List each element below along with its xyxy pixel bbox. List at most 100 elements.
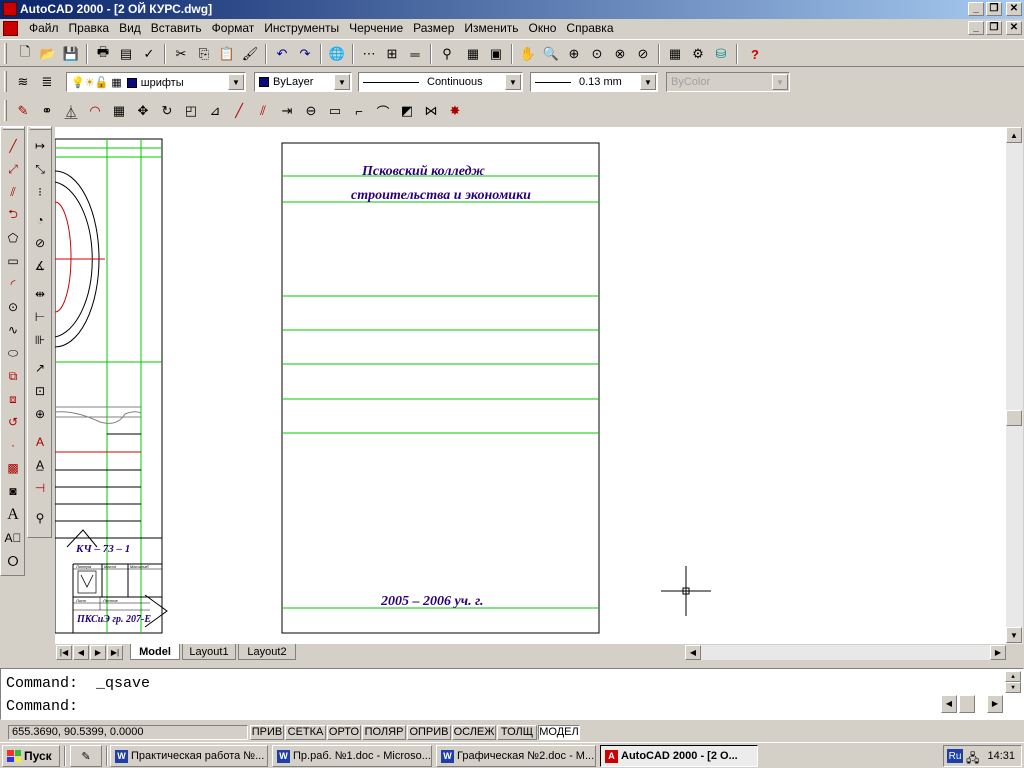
help-icon[interactable]: ? [744,43,766,65]
break-at-point-icon[interactable]: ▭ [324,100,346,122]
cmd-scroll-down-button[interactable]: ▼ [1005,682,1021,693]
make-layer-current-icon[interactable]: ≣ [36,71,58,93]
redo-icon[interactable]: ↷ [294,43,316,65]
cmd-scroll-right-button[interactable]: ▶ [987,695,1003,713]
multiline-icon[interactable]: ⫽ [2,181,24,203]
baseline-dimension-icon[interactable]: ⊢ [29,306,51,328]
network-icon[interactable]: 🖧 [966,749,979,768]
tolerance-icon[interactable]: ⊡ [29,380,51,402]
paste-icon[interactable]: 📋 [216,43,238,65]
scale-icon[interactable]: ◰ [180,100,202,122]
menu-dimension[interactable]: Размер [408,21,459,36]
task-item-practical-work[interactable]: W Практическая работа №... [110,745,268,767]
close-button[interactable]: ✕ [1006,2,1022,16]
break-icon[interactable]: ⊖ [300,100,322,122]
document-icon[interactable] [3,21,18,36]
attribute-icon[interactable]: A⃞ [2,527,24,549]
polyline-icon[interactable]: ⮌ [2,204,24,226]
chevron-down-icon[interactable]: ▼ [640,74,656,90]
minimize-button[interactable]: _ [968,2,984,16]
lineweight-toggle[interactable]: ТОЛЩ [497,725,537,740]
otrack-toggle[interactable]: ОСЛЕЖ [452,725,496,740]
continue-dimension-icon[interactable]: ⊪ [29,329,51,351]
polyline-edit-icon[interactable]: ⋈ [420,100,442,122]
zoom-realtime-icon[interactable]: 🔍 [540,43,562,65]
command-window[interactable]: Command: _qsave Command: ▲ ▼ ◀ ▶ [0,668,1024,720]
ucs-icon[interactable]: ⊞ [381,43,403,65]
toolbar-grip[interactable] [3,127,24,130]
table-icon[interactable]: ▦ [664,43,686,65]
toolbar-grip[interactable] [4,43,7,64]
rotate-icon[interactable]: ↻ [156,100,178,122]
lengthen-icon[interactable]: ╱ [228,100,250,122]
chevron-down-icon[interactable]: ▼ [228,74,244,90]
vertical-scroll-thumb[interactable] [1006,410,1022,426]
toolbar-grip[interactable] [4,71,7,92]
scroll-left-button[interactable]: ◀ [685,645,701,660]
layer-dropdown[interactable]: 💡☀🔓 ▦ шрифты ▼ [66,72,246,92]
explode-object-icon[interactable]: ✸ [444,100,466,122]
dimension-text-edit-icon[interactable]: A̲ [29,454,51,476]
clock[interactable]: 14:31 [987,750,1015,762]
tab-last-icon[interactable]: ▶| [107,645,123,660]
circle-icon[interactable]: ⊙ [2,296,24,318]
menu-draw[interactable]: Черчение [344,21,408,36]
database-icon[interactable]: ⛁ [710,43,732,65]
leader-icon[interactable]: ↗ [29,357,51,379]
fillet-icon[interactable]: ⌒ [372,100,394,122]
copy-object-icon[interactable]: ⚭ [36,100,58,122]
ellipse-icon[interactable]: ⬭ [2,342,24,364]
cut-icon[interactable]: ✂ [170,43,192,65]
lineweight-dropdown[interactable]: 0.13 mm ▼ [530,72,658,92]
insert-block-icon[interactable]: ⧉ [2,365,24,387]
menu-insert[interactable]: Вставить [146,21,207,36]
ortho-toggle[interactable]: ОРТО [327,725,361,740]
point-dot-icon[interactable]: · [2,434,24,456]
pan-icon[interactable]: ✋ [517,43,539,65]
linear-dimension-icon[interactable]: ↦ [29,135,51,157]
print-icon[interactable]: 🖶 [92,43,114,65]
zoom-all-icon[interactable]: ⊘ [632,43,654,65]
language-indicator[interactable]: Ru [947,749,963,763]
scroll-up-button[interactable]: ▲ [1006,127,1022,143]
polar-toggle[interactable]: ПОЛЯР [362,725,406,740]
move-icon[interactable]: ✥ [132,100,154,122]
scroll-right-button[interactable]: ▶ [990,645,1006,660]
menu-window[interactable]: Окно [524,21,562,36]
menu-modify[interactable]: Изменить [459,21,523,36]
globe-icon[interactable]: 🌐 [326,43,348,65]
inquiry-icon[interactable]: ═ [404,43,426,65]
toolbar-grip[interactable] [30,127,51,130]
explode-icon[interactable]: ◩ [396,100,418,122]
new-file-icon[interactable]: 🗋 [14,43,36,65]
spline-icon[interactable]: ∿ [2,319,24,341]
task-item-pr-rab[interactable]: W Пр.раб. №1.doc - Microso... [272,745,432,767]
chamfer-icon[interactable]: ⌐ [348,100,370,122]
chevron-down-icon[interactable]: ▼ [505,74,521,90]
multiline-text-icon[interactable]: A [2,504,24,526]
tab-model[interactable]: Model [130,644,180,660]
stretch-icon[interactable]: ⊿ [204,100,226,122]
color-dropdown[interactable]: ByLayer ▼ [254,72,352,92]
polygon-icon[interactable]: ⬠ [2,227,24,249]
erase-icon[interactable]: ✎ [12,100,34,122]
angular-dimension-icon[interactable]: ∡ [29,255,51,277]
donut-icon[interactable]: ⭘ [2,550,24,572]
cmd-scroll-up-button[interactable]: ▲ [1005,671,1021,682]
copy-icon[interactable]: ⎘ [193,43,215,65]
doc-close-button[interactable]: ✕ [1006,21,1022,35]
region-icon[interactable]: ◙ [2,480,24,502]
tab-first-icon[interactable]: |◀ [56,645,72,660]
zoom-extents-icon[interactable]: ⊗ [609,43,631,65]
snap-toggle[interactable]: ПРИВ [250,725,284,740]
line-icon[interactable]: ╱ [2,135,24,157]
dimension-update-icon[interactable]: ⊣ [29,477,51,499]
tab-prev-icon[interactable]: ◀ [73,645,89,660]
menu-format[interactable]: Формат [207,21,260,36]
menu-tools[interactable]: Инструменты [259,21,344,36]
layers-icon[interactable]: ≋ [12,71,34,93]
horizontal-scrollbar[interactable]: ◀ ▶ [685,645,1006,660]
design-center-icon[interactable]: ▦ [462,43,484,65]
point-icon[interactable]: ↺ [2,411,24,433]
dimension-edit-icon[interactable]: A [29,431,51,453]
